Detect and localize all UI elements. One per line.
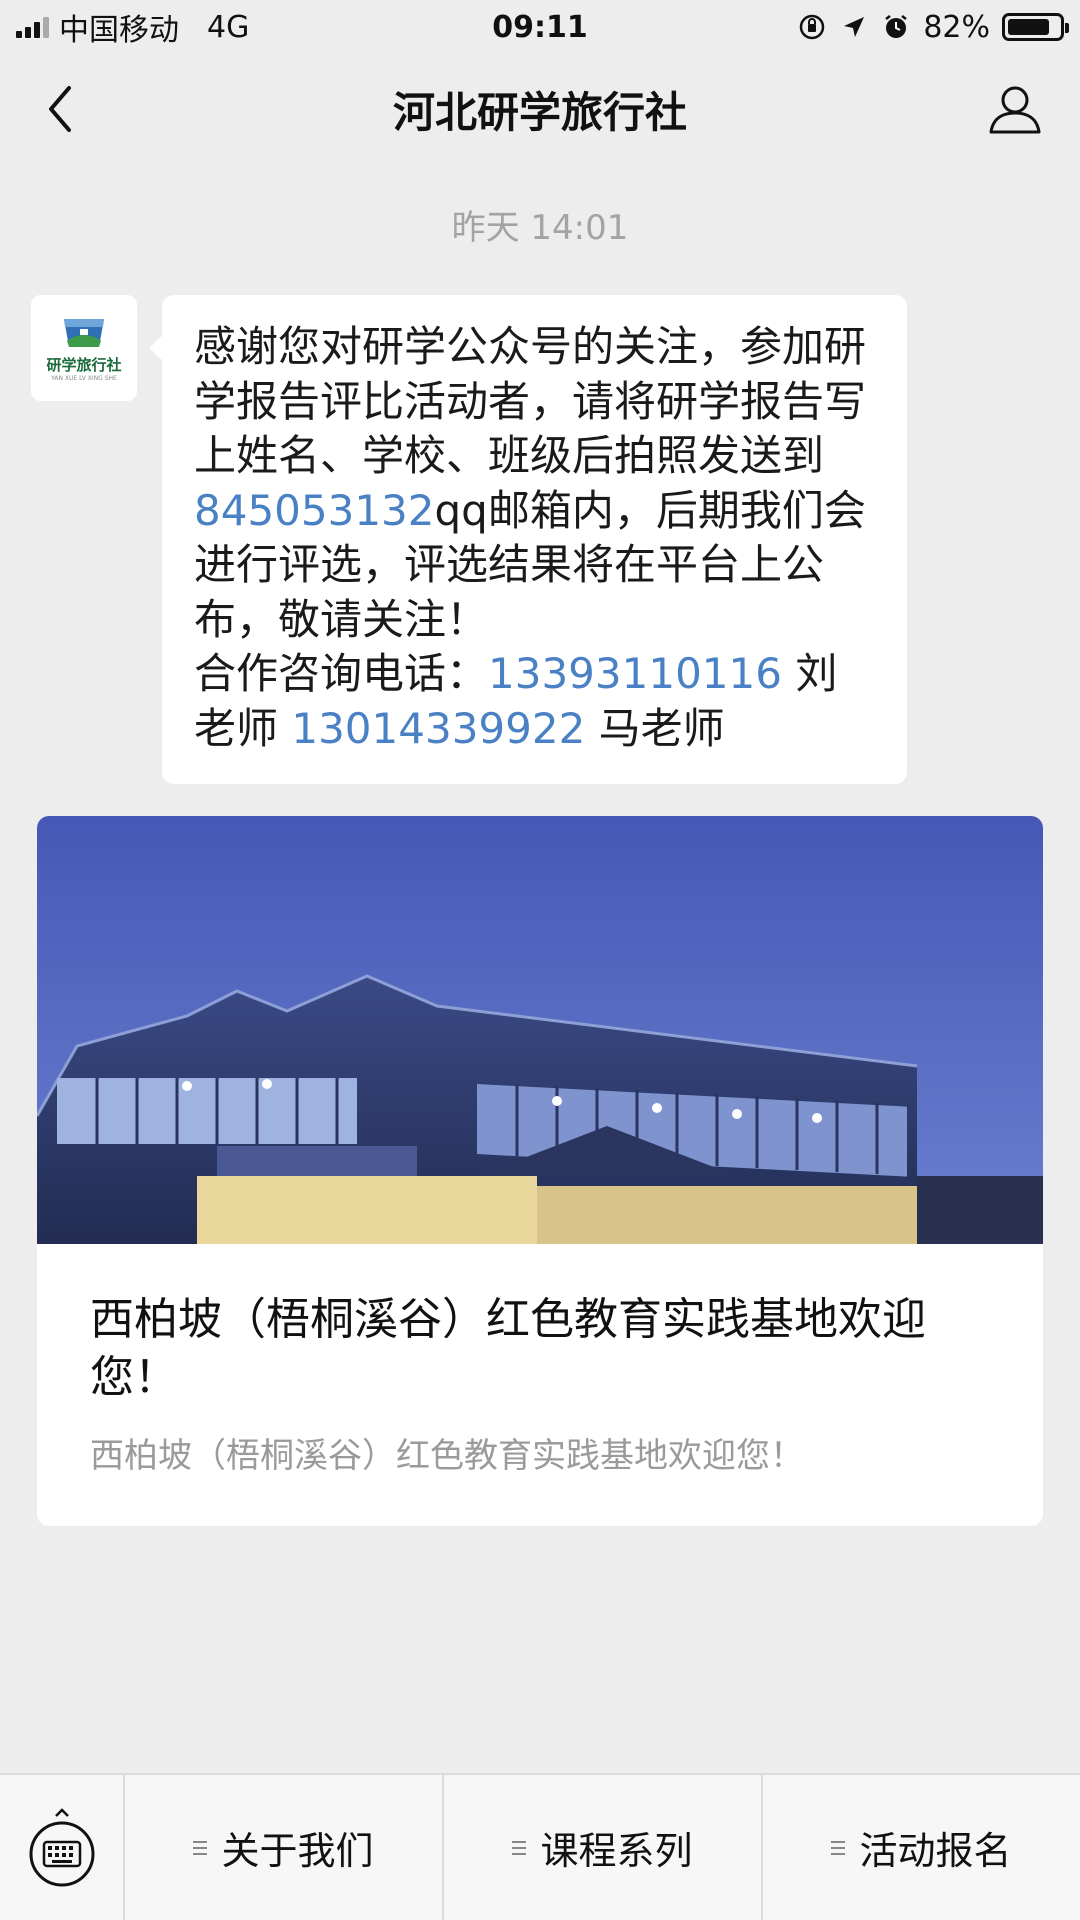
status-right: 82% bbox=[797, 9, 1069, 45]
bottom-menu-bar: 关于我们 课程系列 活动报名 bbox=[0, 1773, 1080, 1920]
signal-icon bbox=[16, 16, 49, 38]
menu-item-about[interactable]: 关于我们 bbox=[125, 1775, 444, 1920]
avatar-label: 研学旅行社 bbox=[46, 355, 122, 374]
message-timestamp: 昨天 14:01 bbox=[451, 208, 629, 248]
article-description: 西柏坡（梧桐溪谷）红色教育实践基地欢迎您！ bbox=[90, 1436, 804, 1476]
keyboard-toggle-button[interactable] bbox=[0, 1775, 125, 1920]
menu-item-label: 课程系列 bbox=[540, 1829, 693, 1873]
menu-list-icon bbox=[512, 1840, 527, 1855]
chevron-left-icon[interactable] bbox=[30, 79, 90, 139]
message-bubble: 感谢您对研学公众号的关注，参加研学报告评比活动者，请将研学报告写上姓名、学校、班… bbox=[149, 295, 907, 784]
battery-fill bbox=[1008, 19, 1049, 35]
network-label: 4G bbox=[207, 9, 250, 45]
menu-item-label: 关于我们 bbox=[221, 1829, 374, 1873]
article-cover-image bbox=[37, 816, 1043, 1244]
page-title: 河北研学旅行社 bbox=[392, 87, 687, 137]
menu-list-icon bbox=[193, 1840, 208, 1855]
avatar[interactable]: 研学旅行社 YAN XUE LV XING SHE bbox=[31, 295, 137, 401]
alarm-icon bbox=[881, 12, 911, 42]
user-icon[interactable] bbox=[980, 79, 1050, 139]
menu-item-courses[interactable]: 课程系列 bbox=[444, 1775, 763, 1920]
carrier-label: 中国移动 bbox=[59, 13, 179, 48]
teacher-name-2: 马老师 bbox=[585, 703, 725, 753]
logo-icon bbox=[64, 318, 104, 347]
article-title: 西柏坡（梧桐溪谷）红色教育实践基地欢迎您！ bbox=[90, 1294, 926, 1403]
consult-label: 合作咨询电话： bbox=[194, 649, 489, 698]
nav-bar: 河北研学旅行社 bbox=[0, 54, 1080, 164]
menu-item-label: 活动报名 bbox=[859, 1829, 1012, 1873]
rotation-lock-icon bbox=[797, 12, 827, 42]
article-card[interactable]: 西柏坡（梧桐溪谷）红色教育实践基地欢迎您！ 西柏坡（梧桐溪谷）红色教育实践基地欢… bbox=[37, 816, 1043, 1526]
qq-number-link[interactable]: 845053132 bbox=[194, 486, 435, 535]
message-text: 感谢您对研学公众号的关注，参加研学报告评比活动者，请将研学报告写上姓名、学校、班… bbox=[194, 322, 867, 480]
phone-link-1[interactable]: 13393110116 bbox=[488, 649, 782, 698]
location-icon bbox=[839, 12, 869, 42]
menu-list-icon bbox=[831, 1840, 846, 1855]
battery-icon bbox=[1002, 13, 1069, 41]
menu-item-signup[interactable]: 活动报名 bbox=[763, 1775, 1080, 1920]
status-bar: 中国移动 4G 09:11 82% bbox=[0, 0, 1080, 54]
keyboard-icon bbox=[29, 1807, 94, 1886]
status-left: 中国移动 4G bbox=[16, 5, 249, 49]
avatar-sublabel: YAN XUE LV XING SHE bbox=[51, 374, 117, 382]
phone-link-2[interactable]: 13014339922 bbox=[291, 704, 585, 753]
battery-percent: 82% bbox=[923, 9, 990, 45]
